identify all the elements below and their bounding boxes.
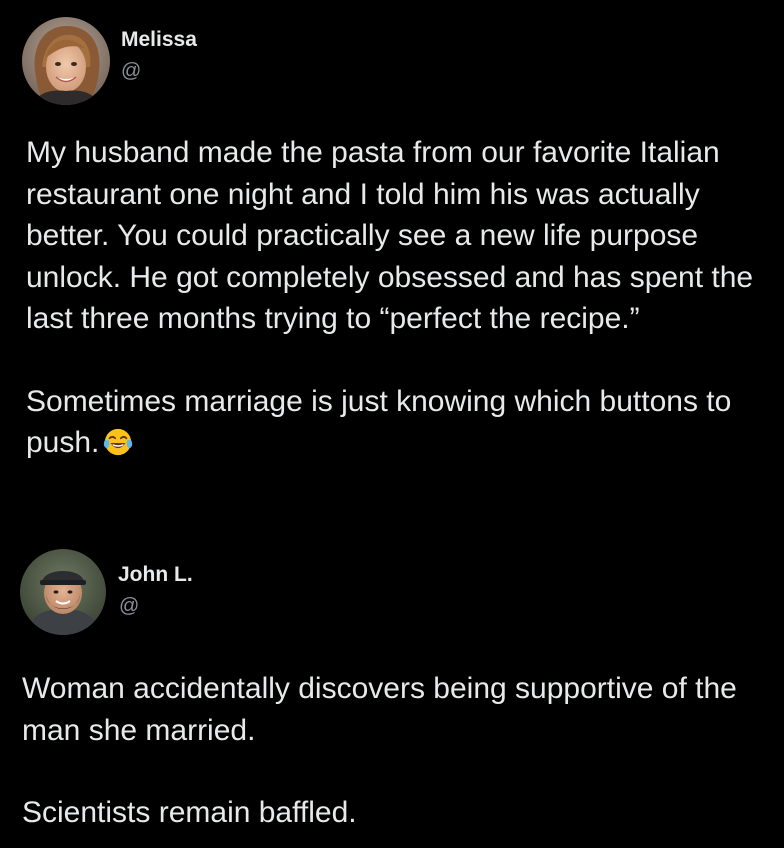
- author-handle[interactable]: @: [121, 60, 141, 83]
- avatar-photo-woman: [22, 17, 110, 105]
- post-body: Woman accidentally discovers being suppo…: [22, 668, 772, 834]
- avatar-melissa[interactable]: [22, 17, 110, 105]
- author-handle[interactable]: @: [119, 595, 139, 618]
- author-name[interactable]: John L.: [118, 563, 193, 587]
- avatar-photo-man: [20, 549, 106, 635]
- post-paragraph: Sometimes marriage is just knowing which…: [26, 381, 776, 464]
- face-with-tears-of-joy-icon: [103, 427, 133, 457]
- author-name[interactable]: Melissa: [121, 28, 197, 52]
- post-paragraph: My husband made the pasta from our favor…: [26, 136, 754, 335]
- avatar-john[interactable]: [20, 549, 106, 635]
- post-paragraph: Scientists remain baffled.: [22, 796, 357, 829]
- post-paragraph: Woman accidentally discovers being suppo…: [22, 672, 737, 747]
- post-body: My husband made the pasta from our favor…: [26, 132, 776, 464]
